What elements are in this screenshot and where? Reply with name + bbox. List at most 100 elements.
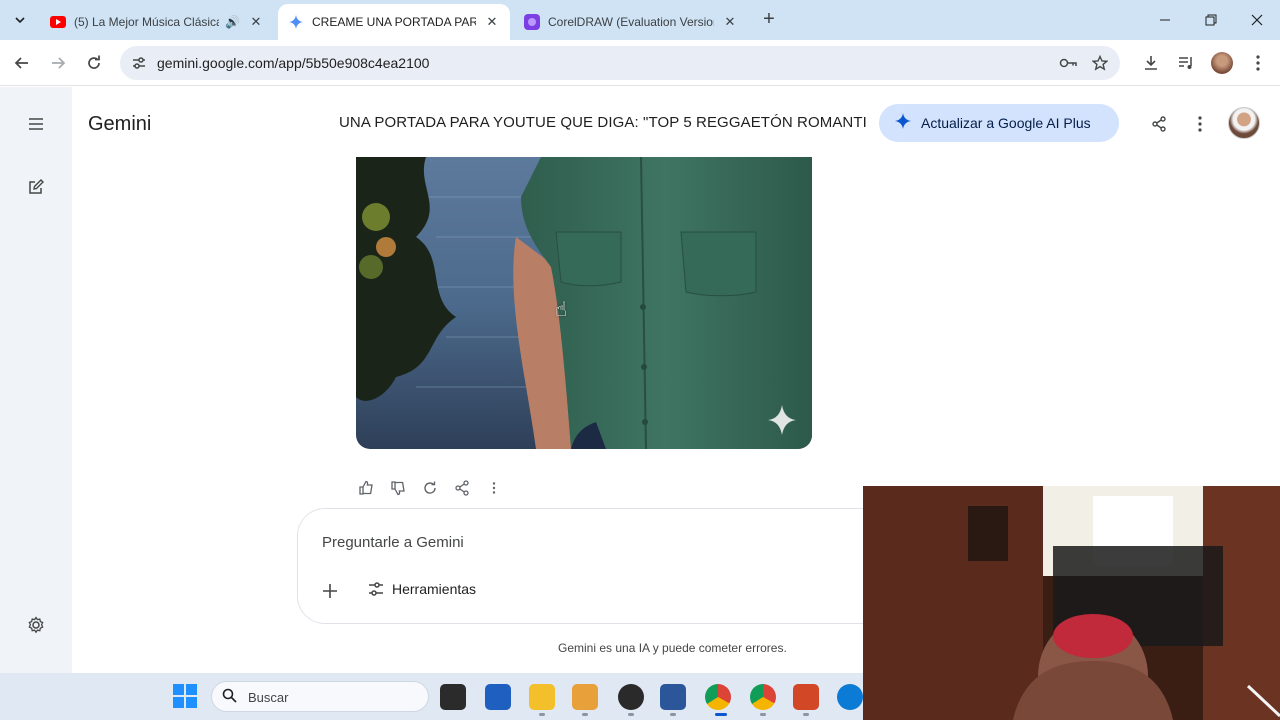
chrome-profile-icon[interactable] — [750, 684, 776, 710]
disclaimer-text: Gemini es una IA y puede cometer errores… — [558, 641, 787, 655]
share-icon — [1152, 116, 1166, 132]
hamburger-menu-icon — [29, 118, 43, 130]
tools-button[interactable]: Herramientas — [368, 581, 476, 597]
running-indicator — [803, 713, 809, 716]
file-explorer-icon[interactable] — [440, 684, 466, 710]
running-indicator — [760, 713, 766, 716]
browser-menu-button[interactable] — [1244, 49, 1272, 77]
restore-button[interactable] — [1188, 6, 1234, 34]
arrow-right-icon — [52, 57, 66, 69]
microsoft-store-icon[interactable] — [485, 684, 511, 710]
tab-strip: (5) La Mejor Música Clásica 🔊 ✕ CREAME U… — [0, 0, 1280, 40]
running-indicator — [539, 713, 545, 716]
arrow-left-icon — [14, 57, 28, 69]
forward-button[interactable] — [44, 49, 72, 77]
tab-title: CorelDRAW (Evaluation Version) — [548, 15, 714, 29]
profile-button[interactable] — [1208, 49, 1236, 77]
youtube-icon — [50, 14, 66, 30]
close-tab-icon[interactable]: ✕ — [484, 14, 500, 30]
minimize-button[interactable] — [1142, 6, 1188, 34]
generated-image[interactable] — [356, 157, 812, 449]
url-text: gemini.google.com/app/5b50e908c4ea2100 — [157, 55, 430, 71]
site-info-icon[interactable] — [130, 54, 148, 72]
account-avatar[interactable] — [1228, 107, 1260, 139]
more-vert-icon — [1198, 116, 1202, 132]
tab-title: (5) La Mejor Música Clásica — [74, 15, 220, 29]
more-vert-icon — [1256, 55, 1260, 71]
browser-toolbar: gemini.google.com/app/5b50e908c4ea2100 — [0, 40, 1280, 86]
chat-title[interactable]: UNA PORTADA PARA YOUTUE QUE DIGA: "TOP 5… — [339, 114, 879, 131]
powerpoint-icon[interactable] — [793, 684, 819, 710]
windows-logo-icon — [173, 684, 197, 708]
new-tab-button[interactable]: + — [758, 8, 780, 30]
bookmark-star-icon[interactable] — [1090, 54, 1110, 72]
upgrade-label: Actualizar a Google AI Plus — [921, 115, 1091, 131]
reload-button[interactable] — [80, 49, 108, 77]
downloads-button[interactable] — [1137, 49, 1165, 77]
hand-cursor-icon: ☝ — [555, 299, 568, 321]
tab-gemini[interactable]: CREAME UNA PORTADA PARA ✕ — [278, 4, 510, 40]
chrome-icon[interactable] — [705, 684, 731, 710]
active-indicator — [715, 713, 727, 716]
gemini-brand[interactable]: Gemini — [88, 113, 151, 136]
regenerate-icon[interactable] — [420, 478, 440, 498]
speaker-icon[interactable]: 🔊 — [225, 15, 240, 29]
settings-button[interactable] — [24, 613, 48, 637]
reload-icon — [88, 55, 100, 69]
main-menu-button[interactable] — [24, 112, 48, 136]
tab-search-button[interactable] — [8, 8, 32, 32]
prompt-input[interactable]: Preguntarle a Gemini — [322, 534, 464, 551]
avatar — [1211, 52, 1233, 74]
webcam-overlay — [863, 486, 1280, 720]
word-icon[interactable] — [660, 684, 686, 710]
windows-taskbar: Buscar — [0, 673, 863, 720]
chevron-down-icon — [15, 17, 25, 24]
windows-start-button[interactable] — [173, 684, 197, 708]
music-queue-icon — [1179, 57, 1192, 69]
add-attachment-button[interactable] — [320, 581, 340, 601]
back-button[interactable] — [8, 49, 36, 77]
share-button[interactable] — [1147, 112, 1171, 136]
tools-label: Herramientas — [392, 581, 477, 597]
plus-icon — [323, 584, 337, 598]
generated-image-artwork — [356, 157, 812, 449]
edge-icon[interactable] — [837, 684, 863, 710]
obs-icon[interactable] — [618, 684, 644, 710]
side-navigation — [0, 87, 72, 673]
gear-icon — [28, 616, 44, 634]
running-indicator — [670, 713, 676, 716]
search-icon — [222, 688, 237, 707]
address-bar[interactable]: gemini.google.com/app/5b50e908c4ea2100 — [120, 46, 1120, 80]
upgrade-button[interactable]: Actualizar a Google AI Plus — [879, 104, 1119, 142]
conversation-menu-button[interactable] — [1188, 112, 1212, 136]
share-icon[interactable] — [452, 478, 472, 498]
edit-square-icon — [29, 179, 44, 194]
tab-youtube[interactable]: (5) La Mejor Música Clásica 🔊 ✕ — [40, 4, 274, 40]
sparkle-icon — [895, 112, 911, 134]
minimize-icon — [1160, 19, 1170, 21]
webcam-feed — [863, 486, 1280, 720]
media-control-button[interactable] — [1172, 49, 1200, 77]
download-icon — [1145, 56, 1157, 70]
tune-icon — [369, 582, 383, 596]
close-tab-icon[interactable]: ✕ — [722, 14, 738, 30]
restore-icon — [1205, 14, 1217, 26]
coreldraw-icon — [524, 14, 540, 30]
close-window-button[interactable] — [1234, 6, 1280, 34]
taskbar-search[interactable]: Buscar — [211, 681, 429, 712]
tab-coreldraw[interactable]: CorelDRAW (Evaluation Version) ✕ — [514, 4, 748, 40]
running-indicator — [628, 713, 634, 716]
media-player-icon[interactable] — [572, 684, 598, 710]
tab-title: CREAME UNA PORTADA PARA — [312, 15, 476, 29]
new-chat-button[interactable] — [24, 175, 48, 199]
close-tab-icon[interactable]: ✕ — [248, 14, 264, 30]
close-icon — [1251, 14, 1263, 26]
folder-icon[interactable] — [529, 684, 555, 710]
thumb-down-icon[interactable] — [388, 478, 408, 498]
password-key-icon[interactable] — [1058, 54, 1078, 72]
running-indicator — [582, 713, 588, 716]
taskbar-search-label: Buscar — [248, 690, 289, 705]
more-vert-icon[interactable] — [484, 478, 504, 498]
thumb-up-icon[interactable] — [356, 478, 376, 498]
gemini-sparkle-icon — [288, 14, 304, 30]
